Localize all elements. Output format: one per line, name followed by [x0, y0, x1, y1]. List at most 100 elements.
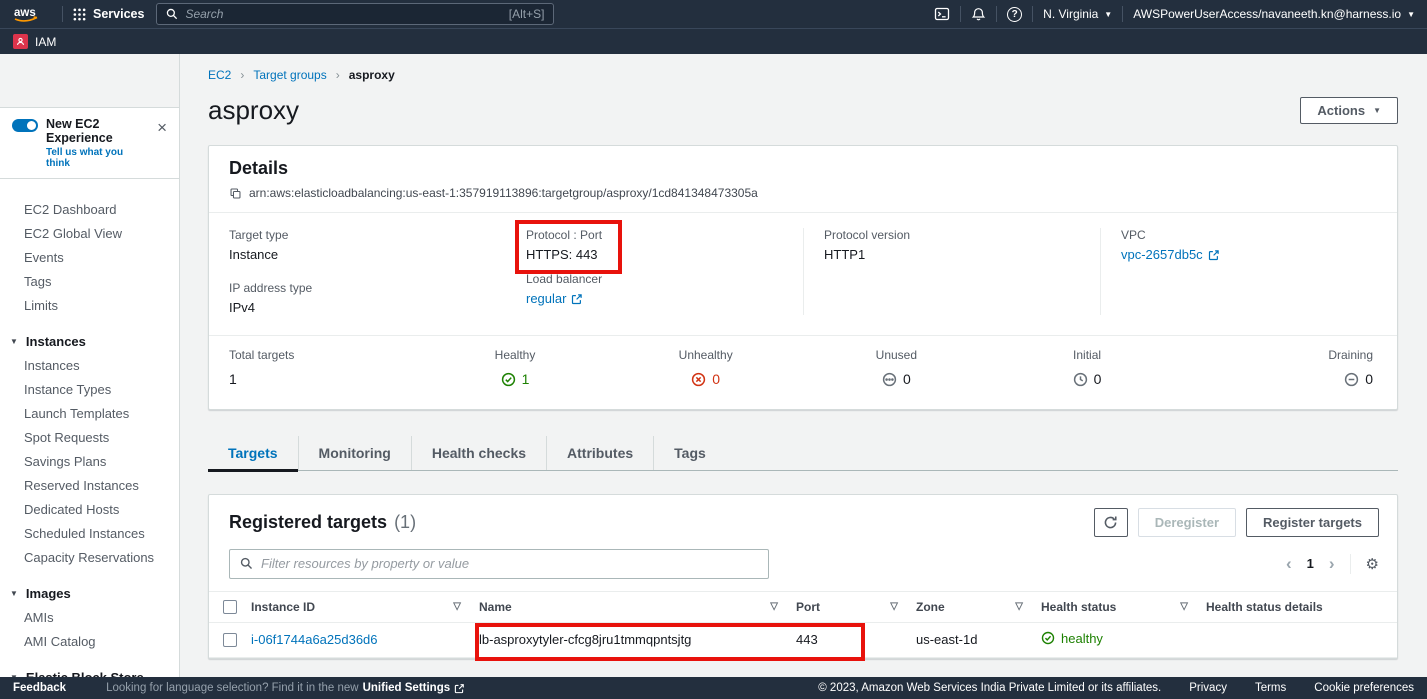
region-selector[interactable]: N. Virginia ▼	[1043, 7, 1112, 21]
select-all-checkbox[interactable]	[223, 600, 237, 614]
sidebar-item-limits[interactable]: Limits	[0, 293, 179, 317]
filter-icon[interactable]: ▽	[1015, 601, 1023, 612]
sidebar-item-tags[interactable]: Tags	[0, 269, 179, 293]
x-circle-icon	[691, 372, 706, 387]
section-label: Images	[26, 586, 71, 601]
aws-logo[interactable]: aws	[12, 4, 42, 24]
vpc-link[interactable]: vpc-2657db5c	[1121, 247, 1220, 262]
divider	[1032, 6, 1033, 22]
console-footer: Feedback Looking for language selection?…	[0, 677, 1427, 699]
sidebar-item-ami-catalog[interactable]: AMI Catalog	[0, 629, 179, 653]
sidebar-section-header-ebs[interactable]: ▼ Elastic Block Store	[0, 665, 179, 677]
sidebar-item-amis[interactable]: AMIs	[0, 605, 179, 629]
account-menu[interactable]: AWSPowerUserAccess/navaneeth.kn@harness.…	[1133, 7, 1415, 21]
breadcrumb-target-groups[interactable]: Target groups	[253, 68, 326, 82]
terms-link[interactable]: Terms	[1255, 682, 1286, 694]
global-search[interactable]: [Alt+S]	[156, 3, 554, 25]
targets-table: Instance ID▽ Name▽ Port▽ Zone▽ Health st…	[209, 591, 1397, 658]
field-value: HTTPS: 443	[526, 247, 602, 262]
close-icon[interactable]: ×	[155, 117, 169, 138]
experience-toggle[interactable]	[12, 119, 38, 132]
filter-input[interactable]	[261, 556, 758, 571]
refresh-button[interactable]	[1094, 508, 1128, 537]
favorite-iam-link[interactable]: IAM	[35, 35, 56, 49]
pagination: ‹ 1 › ⚙	[1286, 554, 1379, 574]
tab-health-checks[interactable]: Health checks	[411, 436, 546, 470]
cell-health-status: healthy	[1041, 631, 1103, 646]
sidebar-item-spot-requests[interactable]: Spot Requests	[0, 425, 179, 449]
field-value: HTTP1	[824, 247, 1080, 262]
stat-unhealthy: Unhealthy 0	[610, 348, 801, 392]
field-target-type: Target type Instance	[229, 228, 486, 262]
cell-port: 443	[796, 632, 916, 647]
field-ip-address-type: IP address type IPv4	[229, 281, 486, 315]
tab-tags[interactable]: Tags	[653, 436, 726, 470]
minus-circle-icon	[1344, 372, 1359, 387]
divider	[62, 6, 63, 22]
filter-icon[interactable]: ▽	[770, 601, 778, 612]
sidebar-item-reserved-instances[interactable]: Reserved Instances	[0, 473, 179, 497]
field-label: Protocol version	[824, 228, 1080, 242]
cell-zone: us-east-1d	[916, 632, 1041, 647]
sidebar-item-instance-types[interactable]: Instance Types	[0, 377, 179, 401]
divider	[1350, 554, 1351, 574]
actions-button[interactable]: Actions ▼	[1300, 97, 1398, 124]
sidebar-item-ec2-dashboard[interactable]: EC2 Dashboard	[0, 197, 179, 221]
new-experience-panel: New EC2 Experience Tell us what you thin…	[0, 107, 179, 179]
column-header-zone: Zone	[916, 600, 945, 614]
tab-monitoring[interactable]: Monitoring	[298, 436, 411, 470]
sidebar-item-capacity-reservations[interactable]: Capacity Reservations	[0, 545, 179, 569]
copy-icon[interactable]	[229, 187, 242, 200]
sidebar-section-header-images[interactable]: ▼ Images	[0, 581, 179, 605]
deregister-button[interactable]: Deregister	[1138, 508, 1236, 537]
stat-healthy: Healthy 1	[420, 348, 611, 392]
help-icon[interactable]: ?	[1007, 7, 1022, 22]
aws-logo-icon: aws	[12, 4, 42, 24]
panel-title: Registered targets	[229, 512, 387, 533]
feedback-link[interactable]: Feedback	[13, 682, 66, 694]
svg-text:aws: aws	[14, 7, 36, 19]
tab-targets[interactable]: Targets	[208, 436, 298, 470]
register-targets-button[interactable]: Register targets	[1246, 508, 1379, 537]
search-shortcut-hint: [Alt+S]	[509, 7, 545, 21]
actions-label: Actions	[1317, 103, 1365, 118]
sidebar-item-instances[interactable]: Instances	[0, 353, 179, 377]
row-checkbox[interactable]	[223, 633, 237, 647]
filter-icon[interactable]: ▽	[453, 601, 461, 612]
details-grid: Target type Instance IP address type IPv…	[209, 213, 1397, 335]
table-settings-gear-icon[interactable]: ⚙	[1366, 555, 1379, 573]
sidebar-item-scheduled-instances[interactable]: Scheduled Instances	[0, 521, 179, 545]
previous-page-icon[interactable]: ‹	[1286, 555, 1292, 572]
health-status-label: healthy	[1061, 631, 1103, 646]
experience-feedback-link[interactable]: Tell us what you think	[46, 147, 147, 169]
sidebar-item-launch-templates[interactable]: Launch Templates	[0, 401, 179, 425]
tab-attributes[interactable]: Attributes	[546, 436, 653, 470]
stat-value: 0	[712, 371, 720, 387]
sidebar-spacer	[0, 54, 179, 107]
stat-value: 1	[229, 371, 237, 387]
services-menu[interactable]: Services	[73, 7, 144, 21]
filter-icon[interactable]: ▽	[890, 601, 898, 612]
instance-id-link[interactable]: i-06f1744a6a25d36d6	[251, 632, 378, 647]
sidebar-section-header-instances[interactable]: ▼ Instances	[0, 329, 179, 353]
filter-box[interactable]	[229, 549, 769, 579]
search-input[interactable]	[185, 7, 501, 21]
breadcrumb-ec2[interactable]: EC2	[208, 68, 231, 82]
sidebar-item-events[interactable]: Events	[0, 245, 179, 269]
sidebar-item-dedicated-hosts[interactable]: Dedicated Hosts	[0, 497, 179, 521]
filter-icon[interactable]: ▽	[1180, 601, 1188, 612]
load-balancer-link[interactable]: regular	[526, 291, 583, 306]
unified-settings-link[interactable]: Unified Settings	[363, 682, 466, 694]
next-page-icon[interactable]: ›	[1329, 555, 1335, 572]
sidebar-item-savings-plans[interactable]: Savings Plans	[0, 449, 179, 473]
stat-draining: Draining 0	[1182, 348, 1373, 392]
notifications-bell-icon[interactable]	[971, 7, 986, 22]
divider	[1122, 6, 1123, 22]
sidebar-item-ec2-global-view[interactable]: EC2 Global View	[0, 221, 179, 245]
cookie-preferences-link[interactable]: Cookie preferences	[1314, 682, 1414, 694]
chevron-down-icon: ▼	[1373, 106, 1381, 115]
privacy-link[interactable]: Privacy	[1189, 682, 1227, 694]
search-icon	[240, 557, 253, 570]
cloudshell-icon[interactable]	[934, 6, 950, 22]
field-label: IP address type	[229, 281, 486, 295]
